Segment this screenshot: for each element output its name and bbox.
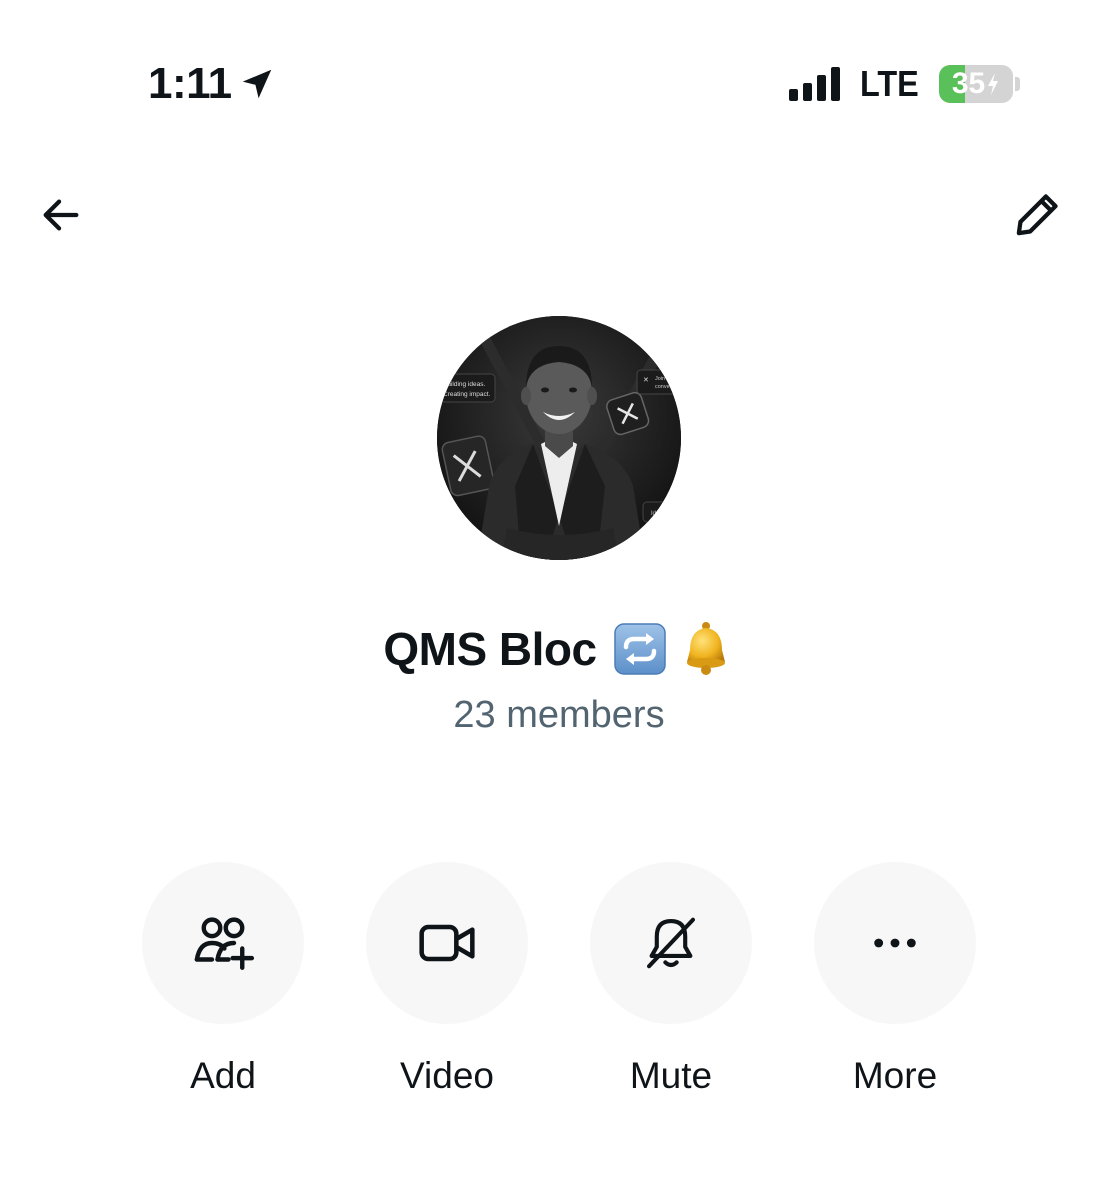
- ellipsis-icon: [874, 938, 916, 948]
- battery-nub: [1015, 77, 1020, 91]
- add-button[interactable]: Add: [123, 862, 323, 1098]
- edit-button[interactable]: [1008, 184, 1068, 244]
- battery-percent: 35: [951, 67, 986, 100]
- video-button[interactable]: Video: [347, 862, 547, 1098]
- arrow-left-icon: [43, 199, 79, 231]
- more-button[interactable]: More: [795, 862, 995, 1098]
- avatar-text-1: Building ideas.: [443, 381, 485, 388]
- action-bar: Add Video Mute More: [0, 862, 1118, 1102]
- add-people-icon: [194, 917, 255, 970]
- avatar-photo: Building ideas. Creating impact. ✕ Join …: [437, 316, 681, 560]
- bell-slash-icon: [646, 917, 696, 969]
- pencil-icon: [1016, 194, 1058, 236]
- svg-text:✕: ✕: [643, 377, 649, 384]
- add-button-circle[interactable]: [142, 862, 304, 1024]
- group-avatar[interactable]: Building ideas. Creating impact. ✕ Join …: [437, 316, 681, 560]
- group-name: QMS Bloc: [383, 623, 597, 675]
- more-button-circle[interactable]: [814, 862, 976, 1024]
- group-title: QMS Bloc: [0, 618, 1118, 680]
- location-arrow-icon: [242, 69, 271, 99]
- mute-button-circle[interactable]: [590, 862, 752, 1024]
- avatar-text-4: conve: [655, 384, 670, 390]
- status-indicators: LTE 35: [788, 60, 1020, 108]
- video-label: Video: [400, 1055, 494, 1096]
- avatar-text-5: Ide: [651, 511, 660, 517]
- signal-icon: [788, 67, 840, 101]
- back-button[interactable]: [34, 188, 88, 242]
- mute-label: Mute: [629, 1055, 713, 1096]
- avatar-text-3: Join: [655, 376, 665, 382]
- repeat-emoji-icon: [613, 623, 666, 675]
- video-camera-icon: [419, 924, 475, 962]
- video-button-circle[interactable]: [366, 862, 528, 1024]
- battery-charging-icon: 35: [939, 65, 1013, 103]
- add-label: Add: [190, 1055, 256, 1096]
- bell-emoji-icon: [686, 622, 725, 675]
- status-time: 1:11: [148, 58, 276, 110]
- status-time-text: 1:11: [148, 59, 232, 108]
- members-count[interactable]: 23 members: [0, 692, 1118, 738]
- mute-button[interactable]: Mute: [571, 862, 771, 1098]
- charging-bolt-icon: [988, 73, 999, 95]
- network-type: LTE: [859, 63, 919, 104]
- avatar-text-2: Creating impact.: [443, 391, 491, 398]
- more-label: More: [852, 1055, 938, 1096]
